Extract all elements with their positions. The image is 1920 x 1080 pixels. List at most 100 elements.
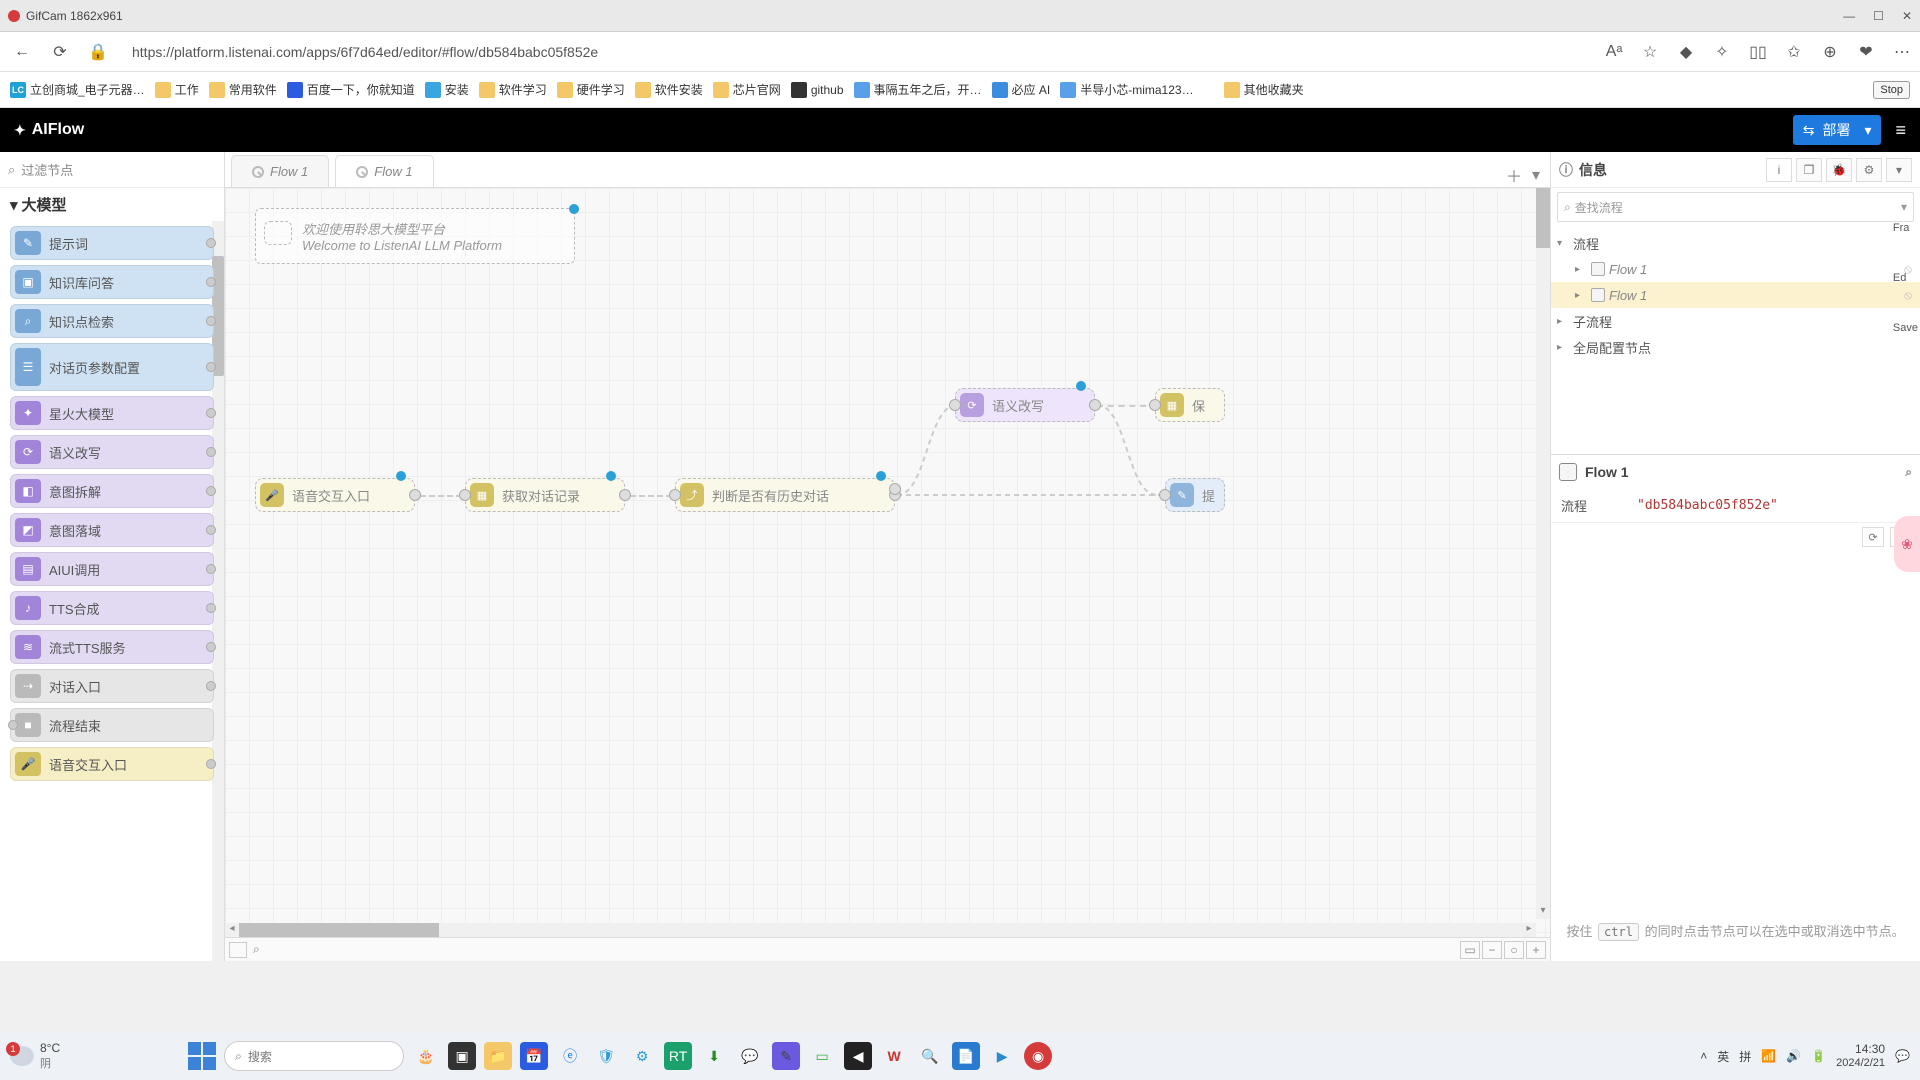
chevron-down-icon[interactable]: ▾ <box>1864 122 1871 139</box>
flow-wire[interactable] <box>897 478 1177 508</box>
bookmark-item[interactable]: 常用软件 <box>209 81 277 98</box>
taskbar-app-icon[interactable]: ▣ <box>448 1042 476 1070</box>
flow-node[interactable]: ⤴ 判断是否有历史对话 <box>675 478 895 512</box>
taskbar-app-icon[interactable]: ◉ <box>1024 1042 1052 1070</box>
devtools-tab[interactable]: Save <box>1893 322 1918 334</box>
palette-node[interactable]: ☰对话页参数配置 <box>10 343 214 391</box>
node-out-port[interactable] <box>889 483 901 495</box>
node-in-port[interactable] <box>669 489 681 501</box>
canvas-hscroll-thumb[interactable] <box>239 923 439 937</box>
canvas-vscrollbar[interactable]: ▾ <box>1536 188 1550 919</box>
taskbar-app-icon[interactable]: 📄 <box>952 1042 980 1070</box>
bookmark-item[interactable]: 必应 AI <box>992 81 1051 98</box>
window-close-icon[interactable]: ✕ <box>1902 9 1912 23</box>
flow-node[interactable]: ⟳ 语义改写 <box>955 388 1095 422</box>
flow-wire[interactable] <box>420 495 462 497</box>
palette-category-header[interactable]: ▾ 大模型 <box>0 188 224 221</box>
address-bar[interactable]: https://platform.listenai.com/apps/6f7d6… <box>122 37 822 67</box>
bookmark-item[interactable]: 软件学习 <box>479 81 547 98</box>
footer-search-icon[interactable]: ⌕ <box>253 942 260 957</box>
ime-mode-label[interactable]: 拼 <box>1739 1048 1751 1065</box>
node-out-port[interactable] <box>206 564 216 574</box>
tree-row-subflows[interactable]: ▸ 子流程 <box>1551 308 1920 334</box>
palette-node[interactable]: ✎提示词 <box>10 226 214 260</box>
flow-search-input[interactable]: ⌕ 查找流程 ▾ <box>1557 192 1914 222</box>
info-tab-info-icon[interactable]: i <box>1766 158 1792 182</box>
detail-value[interactable]: "db584babc05f852e" <box>1631 495 1910 516</box>
tab-menu-icon[interactable]: ▾ <box>1532 165 1540 185</box>
info-tab-help-icon[interactable]: ❐ <box>1796 158 1822 182</box>
battery-icon[interactable]: 🔋 <box>1811 1049 1826 1063</box>
taskbar-app-icon[interactable]: ▶ <box>988 1042 1016 1070</box>
shield-icon[interactable]: ◆ <box>1676 42 1696 62</box>
bookmark-item[interactable]: 软件安装 <box>635 81 703 98</box>
minimap-toggle-icon[interactable] <box>229 942 247 958</box>
canvas-hscrollbar[interactable]: ◂ ▸ <box>225 923 1536 937</box>
bookmark-item[interactable]: 百度一下，你就知道 <box>287 81 415 98</box>
node-out-port[interactable] <box>409 489 421 501</box>
tree-row-flow-selected[interactable]: ▸ Flow 1 ⦸ <box>1551 282 1920 308</box>
palette-node[interactable]: ≋流式TTS服务 <box>10 630 214 664</box>
tray-expand-icon[interactable]: ˄ <box>1700 1049 1707 1063</box>
site-info-icon[interactable]: 🔒 <box>84 38 112 66</box>
volume-icon[interactable]: 🔊 <box>1786 1049 1801 1063</box>
scroll-down-icon[interactable]: ▾ <box>1536 905 1550 919</box>
favorites-list-icon[interactable]: ✩ <box>1784 42 1804 62</box>
start-button[interactable] <box>188 1042 216 1070</box>
palette-node[interactable]: ⌕知识点检索 <box>10 304 214 338</box>
hint-refresh-icon[interactable]: ⟳ <box>1862 527 1884 547</box>
taskbar-search[interactable]: ⌕ 搜索 <box>224 1041 404 1071</box>
bookmark-item[interactable]: LC立创商城_电子元器… <box>10 81 145 98</box>
notifications-icon[interactable]: 💬 <box>1895 1049 1910 1063</box>
node-in-port[interactable] <box>459 489 471 501</box>
palette-node[interactable]: ▤AIUI调用 <box>10 552 214 586</box>
flow-tab[interactable]: Flow 1 <box>231 155 329 187</box>
gifcam-stop-button[interactable]: Stop <box>1873 81 1910 99</box>
bookmark-item[interactable]: 工作 <box>155 81 199 98</box>
palette-node[interactable]: ◩意图落域 <box>10 513 214 547</box>
node-out-port[interactable] <box>206 642 216 652</box>
taskbar-app-icon[interactable]: RT <box>664 1042 692 1070</box>
taskbar-weather[interactable]: 1 8°C 阴 <box>10 1041 60 1071</box>
app-logo[interactable]: AIFlow <box>14 121 84 139</box>
devtools-tab[interactable]: Fra <box>1893 222 1918 234</box>
taskbar-app-icon[interactable]: ⚙ <box>628 1042 656 1070</box>
bookmark-item[interactable]: 安装 <box>425 81 469 98</box>
taskbar-app-icon[interactable]: 📁 <box>484 1042 512 1070</box>
tree-row-global-config[interactable]: ▸ 全局配置节点 <box>1551 334 1920 360</box>
bookmark-item[interactable]: github <box>791 82 844 98</box>
info-tab-more-icon[interactable]: ▾ <box>1886 158 1912 182</box>
tree-row-flows[interactable]: ▾ 流程 <box>1551 230 1920 256</box>
taskbar-app-icon[interactable]: 📅 <box>520 1042 548 1070</box>
canvas-vscroll-thumb[interactable] <box>1536 188 1550 248</box>
zoom-out-icon[interactable]: − <box>1482 941 1502 959</box>
node-out-port[interactable] <box>206 362 216 372</box>
flow-node[interactable]: 🎤 语音交互入口 <box>255 478 415 512</box>
node-out-port[interactable] <box>206 277 216 287</box>
hamburger-menu-icon[interactable]: ≡ <box>1895 120 1906 141</box>
taskbar-app-icon[interactable]: 🎂 <box>412 1042 440 1070</box>
read-aloud-icon[interactable]: Aᵃ <box>1604 42 1624 62</box>
node-out-port[interactable] <box>206 447 216 457</box>
navigator-icon[interactable]: ▭ <box>1460 941 1480 959</box>
palette-node[interactable]: ⟳语义改写 <box>10 435 214 469</box>
search-icon[interactable]: ⌕ <box>1905 465 1912 480</box>
flow-wire[interactable] <box>630 495 672 497</box>
node-in-port[interactable] <box>8 720 18 730</box>
taskbar-app-icon[interactable]: ◀ <box>844 1042 872 1070</box>
taskbar-app-icon[interactable]: 💬 <box>736 1042 764 1070</box>
zoom-reset-icon[interactable]: ○ <box>1504 941 1524 959</box>
taskbar-app-icon[interactable]: ▭ <box>808 1042 836 1070</box>
info-tab-config-icon[interactable]: ⚙ <box>1856 158 1882 182</box>
flow-node[interactable]: ▦ 保 <box>1155 388 1225 422</box>
nav-back-icon[interactable]: ← <box>8 38 36 66</box>
bookmark-item[interactable]: 硬件学习 <box>557 81 625 98</box>
zoom-in-icon[interactable]: + <box>1526 941 1546 959</box>
taskbar-app-icon[interactable]: 🛡 <box>592 1042 620 1070</box>
node-in-port[interactable] <box>949 399 961 411</box>
bookmark-item[interactable]: 其他收藏夹 <box>1224 81 1304 98</box>
node-out-port[interactable] <box>206 603 216 613</box>
node-out-port[interactable] <box>1089 399 1101 411</box>
taskbar-app-icon[interactable]: ⬇ <box>700 1042 728 1070</box>
ime-lang-label[interactable]: 英 <box>1717 1048 1729 1065</box>
